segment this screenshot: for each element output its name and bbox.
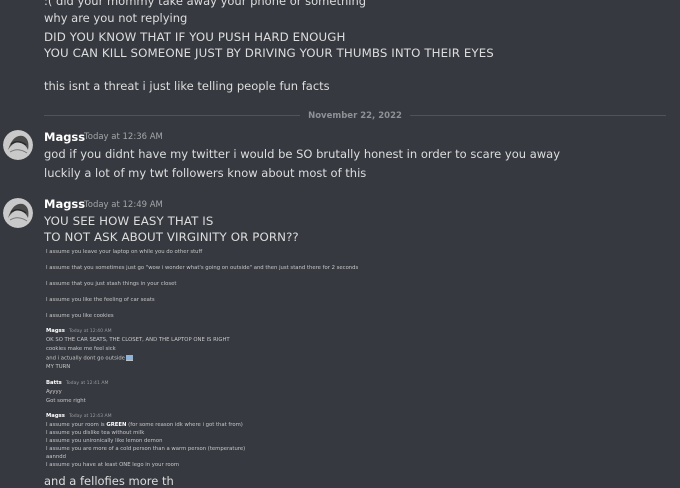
date-divider-label: November 22, 2022	[300, 111, 410, 121]
message-line: :( did your mommy take away your phone o…	[44, 0, 367, 8]
message-line: TO NOT ASK ABOUT VIRGINITY OR PORN??	[44, 230, 299, 244]
message-line: and a fellofies more th	[44, 474, 174, 488]
message-timestamp: Today at 12:49 AM	[84, 200, 163, 210]
screenshot-author: Magss Today at 12:43 AM	[46, 413, 112, 419]
message-line: YOU CAN KILL SOMEONE JUST BY DRIVING YOU…	[44, 46, 494, 60]
message-author[interactable]: Magss	[44, 130, 85, 144]
screenshot-line: I assume you like the feeling of car sea…	[46, 297, 155, 303]
message-line: luckily a lot of my twt followers know a…	[44, 166, 367, 180]
screenshot-line: I assume you like cookies	[46, 313, 114, 319]
screenshot-timestamp: Today at 12:41 AM	[65, 381, 109, 386]
screenshot-line: I assume that you sometimes just go "wow…	[46, 265, 359, 271]
screenshot-line: I assume that you just stash things in y…	[46, 281, 177, 287]
message-timestamp: Today at 12:36 AM	[84, 132, 163, 142]
screenshot-line: aanndd	[46, 454, 66, 460]
screenshot-line: I assume you leave your laptop on while …	[46, 249, 203, 255]
screenshot-timestamp: Today at 12:40 AM	[68, 329, 112, 334]
screenshot-timestamp: Today at 12:43 AM	[68, 414, 112, 419]
laptop-emoji-icon	[125, 355, 133, 361]
screenshot-line: Ayyyy	[46, 389, 62, 395]
date-divider: November 22, 2022	[44, 111, 666, 121]
message-line: DID YOU KNOW THAT IF YOU PUSH HARD ENOUG…	[44, 30, 346, 44]
screenshot-line: I assume your room is GREEN (for some re…	[46, 422, 243, 428]
screenshot-line: and i actually dont go outside	[46, 355, 133, 362]
screenshot-line: Got some right	[46, 398, 86, 404]
message-author[interactable]: Magss	[44, 197, 85, 211]
screenshot-author: Batts Today at 12:41 AM	[46, 380, 109, 386]
screenshot-line: I assume you are more of a cold person t…	[46, 446, 246, 452]
avatar[interactable]	[3, 198, 33, 228]
message-line: this isnt a threat i just like telling p…	[44, 79, 330, 93]
screenshot-author: Magss Today at 12:40 AM	[46, 328, 112, 334]
screenshot-line: OK SO THE CAR SEATS, THE CLOSET, AND THE…	[46, 337, 230, 343]
message-line: why are you not replying	[44, 11, 188, 25]
screenshot-line: I assume you unironically like lemon dem…	[46, 438, 163, 444]
screenshot-line: MY TURN	[46, 364, 71, 370]
avatar[interactable]	[3, 130, 33, 160]
message-line: YOU SEE HOW EASY THAT IS	[44, 214, 214, 228]
screenshot-line: cookies make me feel sick	[46, 346, 116, 352]
message-line: god if you didnt have my twitter i would…	[44, 147, 561, 161]
screenshot-line: I assume you have at least ONE lego in y…	[46, 462, 180, 468]
screenshot-line: I assume you dislike tea without milk	[46, 430, 145, 436]
